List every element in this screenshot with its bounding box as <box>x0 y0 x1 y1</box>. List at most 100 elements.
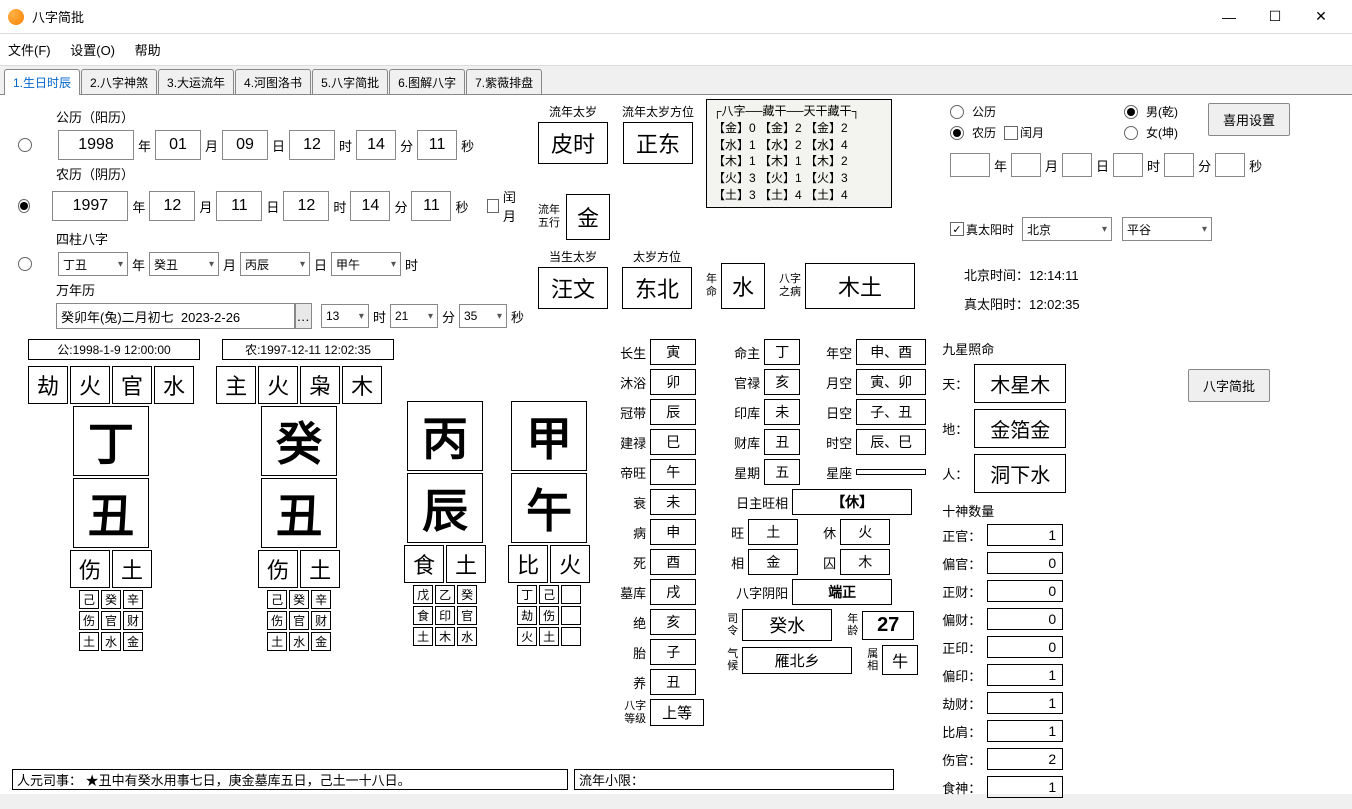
city-select[interactable]: 北京 <box>1022 217 1112 241</box>
lunar-year[interactable] <box>52 191 128 221</box>
lunar-min[interactable] <box>350 191 390 221</box>
r-min[interactable] <box>1164 153 1194 177</box>
close-button[interactable]: ✕ <box>1298 0 1344 34</box>
lbl-m: 月 <box>205 136 218 155</box>
twelve-冠带: 辰 <box>650 399 696 425</box>
perp-hour[interactable]: 13 <box>321 304 369 328</box>
shishen-title: 十神数量 <box>942 501 1066 520</box>
tab-1[interactable]: 1.生日时辰 <box>4 69 80 95</box>
tab-2[interactable]: 2.八字神煞 <box>81 69 157 95</box>
solar-min[interactable] <box>356 130 396 160</box>
perp-sec[interactable]: 35 <box>459 304 507 328</box>
content: 公历（阳历） 年 月 日 时 分 秒 农历（阴历） 年 月 日 <box>0 94 1352 794</box>
district-select[interactable]: 平谷 <box>1122 217 1212 241</box>
ds-nianming: 水 <box>721 263 765 309</box>
lunar-label: 农历（阴历） <box>56 164 528 183</box>
perp-min[interactable]: 21 <box>390 304 438 328</box>
pillar-2: 丙辰食土戊乙癸食印官土木水 <box>404 366 486 651</box>
ln-wuxing-label: 流年 五行 <box>538 204 560 230</box>
lbl-mi: 分 <box>400 136 413 155</box>
radio-male[interactable] <box>1124 105 1138 119</box>
menu-help[interactable]: 帮助 <box>135 43 161 58</box>
bazi-jianpi-button[interactable]: 八字简批 <box>1188 369 1270 402</box>
solar-year[interactable] <box>58 130 134 160</box>
solar-month[interactable] <box>155 130 201 160</box>
sel-year-pillar[interactable]: 丁丑 <box>58 252 128 276</box>
ln-taisui: 皮时 <box>538 122 608 164</box>
twelve-死: 酉 <box>650 549 696 575</box>
ln-wuxing: 金 <box>566 194 610 240</box>
radio-right-gongli[interactable] <box>950 105 964 119</box>
menubar: 文件(F) 设置(O) 帮助 <box>0 34 1352 66</box>
shishen-1: 0 <box>987 552 1063 574</box>
v-xingzuo <box>856 469 926 475</box>
radio-female[interactable] <box>1124 126 1138 140</box>
twelve-建禄: 巳 <box>650 429 696 455</box>
shishen-2: 0 <box>987 580 1063 602</box>
tabs: 1.生日时辰 2.八字神煞 3.大运流年 4.河图洛书 5.八字简批 6.图解八… <box>0 68 1352 94</box>
v-qihou: 雁北乡 <box>742 647 852 674</box>
shishen-0: 1 <box>987 524 1063 546</box>
v-qiu: 木 <box>840 549 890 575</box>
jx-di: 金箔金 <box>974 409 1066 448</box>
minimize-button[interactable]: — <box>1206 0 1252 34</box>
v-yuekong: 寅、卯 <box>856 369 926 395</box>
lbl-h: 时 <box>339 136 352 155</box>
solar-day[interactable] <box>222 130 268 160</box>
v-siling: 癸水 <box>742 609 832 641</box>
maximize-button[interactable]: ☐ <box>1252 0 1298 34</box>
radio-solar[interactable] <box>18 138 32 152</box>
v-caiku: 丑 <box>764 429 800 455</box>
r-year[interactable] <box>950 153 990 177</box>
v-niankon: 申、酉 <box>856 339 926 365</box>
sel-hour-pillar[interactable]: 甲午 <box>331 252 401 276</box>
menu-file[interactable]: 文件(F) <box>8 43 51 58</box>
titlebar: 八字简批 — ☐ ✕ <box>0 0 1352 34</box>
sel-day-pillar[interactable]: 丙辰 <box>240 252 310 276</box>
leap-checkbox[interactable] <box>487 199 499 213</box>
perpetual-text[interactable] <box>56 303 295 329</box>
right-panel: 公历 农历 闰月 男(乾) 女(坤) 喜用设置 年 月 日 时 分 秒 真太阳时… <box>950 103 1290 402</box>
pillar-1: 主火枭木癸丑伤土己癸辛伤官财土水金 <box>216 366 382 651</box>
tab-4[interactable]: 4.河图洛书 <box>235 69 311 95</box>
sel-month-pillar[interactable]: 癸丑 <box>149 252 219 276</box>
r-sec[interactable] <box>1215 153 1245 177</box>
menu-settings[interactable]: 设置(O) <box>70 43 115 58</box>
leap-label: 闰月 <box>503 187 524 225</box>
lunar-sec[interactable] <box>411 191 451 221</box>
radio-lunar[interactable] <box>18 199 30 213</box>
v-rikong: 子、丑 <box>856 399 926 425</box>
v-xingqi: 五 <box>764 459 800 485</box>
v-xiu: 火 <box>840 519 890 545</box>
true-sun-checkbox[interactable] <box>950 222 964 236</box>
r-month[interactable] <box>1011 153 1041 177</box>
window-title: 八字简批 <box>32 7 1206 26</box>
ln-taisui-label: 流年太岁 <box>538 103 608 120</box>
radio-pillars[interactable] <box>18 257 32 271</box>
jx-ren: 洞下水 <box>974 454 1066 493</box>
pillar-0: 劫火官水丁丑伤土己癸辛伤官财土水金 <box>28 366 194 651</box>
pillars-label: 四柱八字 <box>56 229 528 248</box>
tab-3[interactable]: 3.大运流年 <box>158 69 234 95</box>
solar-hour[interactable] <box>289 130 335 160</box>
tab-6[interactable]: 6.图解八字 <box>389 69 465 95</box>
solar-sec[interactable] <box>417 130 457 160</box>
r-hour[interactable] <box>1113 153 1143 177</box>
shishen-9: 1 <box>987 776 1063 798</box>
twelve-胎: 子 <box>650 639 696 665</box>
r-day[interactable] <box>1062 153 1092 177</box>
xiyong-button[interactable]: 喜用设置 <box>1208 103 1290 136</box>
tab-7[interactable]: 7.紫薇排盘 <box>466 69 542 95</box>
radio-right-nongli[interactable] <box>950 126 964 140</box>
pillar-3: 甲午比火丁己劫伤火土 <box>508 366 590 651</box>
perpetual-picker-button[interactable]: … <box>295 303 312 329</box>
tab-5[interactable]: 5.八字简批 <box>312 69 388 95</box>
disp-gong: 公:1998-1-9 12:00:00 <box>28 339 200 360</box>
lunar-month[interactable] <box>149 191 195 221</box>
lunar-day[interactable] <box>216 191 262 221</box>
lunar-hour[interactable] <box>283 191 329 221</box>
right-leap[interactable] <box>1004 126 1018 140</box>
shishen-7: 1 <box>987 720 1063 742</box>
v-xiang: 金 <box>748 549 798 575</box>
v-wang: 土 <box>748 519 798 545</box>
